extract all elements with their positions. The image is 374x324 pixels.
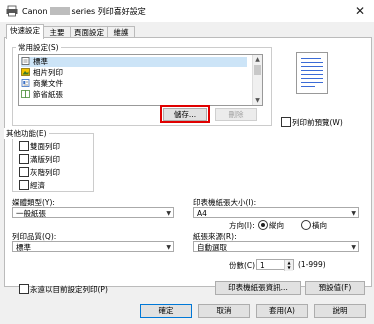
always-print-current-checkbox[interactable] bbox=[19, 284, 29, 294]
borderless-checkbox[interactable] bbox=[19, 154, 29, 164]
list-item-label: 相片列印 bbox=[33, 68, 63, 77]
printer-icon bbox=[6, 5, 18, 17]
standard-doc-icon bbox=[21, 57, 30, 65]
always-print-current-label: 永遠以目前設定列印(P) bbox=[30, 285, 108, 294]
copies-label: 份數(C): bbox=[229, 261, 258, 270]
duplex-checkbox[interactable] bbox=[19, 141, 29, 151]
borderless-label: 滿版列印 bbox=[30, 155, 60, 164]
apply-button[interactable]: 套用(A) bbox=[256, 304, 308, 318]
photo-icon bbox=[21, 68, 30, 76]
defaults-button[interactable]: 預設值(F) bbox=[305, 281, 365, 295]
grayscale-label: 灰階列印 bbox=[30, 168, 60, 177]
ok-button[interactable]: 確定 bbox=[140, 304, 192, 318]
scroll-thumb[interactable] bbox=[254, 65, 261, 75]
business-doc-icon bbox=[21, 79, 30, 87]
printer-paper-size-select[interactable]: A4 ▼ bbox=[193, 207, 359, 218]
chevron-down-icon: ▼ bbox=[351, 210, 356, 217]
chevron-down-icon: ▼ bbox=[351, 244, 356, 251]
portrait-radio[interactable] bbox=[258, 220, 268, 230]
list-item-label: 節省紙張 bbox=[33, 90, 63, 99]
landscape-label: 橫向 bbox=[312, 221, 327, 230]
scroll-up-icon[interactable]: ▲ bbox=[253, 55, 262, 64]
redacted-model-name bbox=[49, 7, 70, 15]
other-features-legend: 其他功能(E) bbox=[4, 128, 49, 139]
common-settings-legend: 常用設定(S) bbox=[16, 42, 61, 53]
copies-input[interactable]: 1 ▲ ▼ bbox=[256, 259, 294, 271]
common-settings-list[interactable]: 標準 相片列印 商業文件 節省紙張 ▲ ▼ bbox=[18, 54, 263, 106]
list-scrollbar[interactable]: ▲ ▼ bbox=[252, 55, 262, 105]
orientation-label: 方向(I): bbox=[229, 221, 255, 230]
tab-quick-setup[interactable]: 快速設定 bbox=[6, 24, 44, 39]
window-title: Canon series 列印喜好設定 bbox=[22, 7, 146, 16]
list-item-paper-saving[interactable]: 節省紙張 bbox=[21, 90, 63, 100]
list-item-label: 標準 bbox=[33, 57, 48, 66]
help-button[interactable]: 說明 bbox=[314, 304, 366, 318]
printer-paper-info-button[interactable]: 印表機紙張資訊... bbox=[215, 281, 301, 295]
copies-spinner[interactable]: ▲ ▼ bbox=[284, 260, 293, 271]
paper-saving-icon bbox=[21, 90, 30, 98]
duplex-label: 雙面列印 bbox=[30, 142, 60, 151]
delete-button[interactable]: 刪除 bbox=[215, 108, 257, 121]
media-type-select[interactable]: 一般紙張 ▼ bbox=[12, 207, 174, 218]
paper-source-select[interactable]: 自動選取 ▼ bbox=[193, 241, 359, 252]
cancel-button[interactable]: 取消 bbox=[198, 304, 250, 318]
list-item-photo[interactable]: 相片列印 bbox=[21, 68, 63, 78]
copies-range: (1-999) bbox=[298, 260, 326, 269]
list-item-business-document[interactable]: 商業文件 bbox=[21, 79, 63, 89]
grayscale-checkbox[interactable] bbox=[19, 167, 29, 177]
page-preview-thumbnail bbox=[296, 52, 328, 94]
chevron-down-icon: ▼ bbox=[166, 210, 171, 217]
print-quality-select[interactable]: 標準 ▼ bbox=[12, 241, 174, 252]
landscape-radio[interactable] bbox=[301, 220, 311, 230]
list-item-label: 商業文件 bbox=[33, 79, 63, 88]
list-item-standard[interactable]: 標準 bbox=[21, 57, 247, 67]
scroll-down-icon[interactable]: ▼ bbox=[253, 96, 262, 105]
portrait-label: 縱向 bbox=[269, 221, 284, 230]
close-window-button[interactable]: ✕ bbox=[352, 3, 368, 19]
chevron-down-icon: ▼ bbox=[166, 244, 171, 251]
window-title-bar: Canon series 列印喜好設定 ✕ bbox=[0, 0, 374, 22]
preview-before-print-checkbox[interactable] bbox=[281, 117, 291, 127]
economy-checkbox[interactable] bbox=[19, 180, 29, 190]
preview-before-print-label: 列印前預覽(W) bbox=[292, 118, 343, 127]
save-button[interactable]: 儲存... bbox=[163, 108, 207, 121]
economy-label: 經濟 bbox=[30, 181, 45, 190]
